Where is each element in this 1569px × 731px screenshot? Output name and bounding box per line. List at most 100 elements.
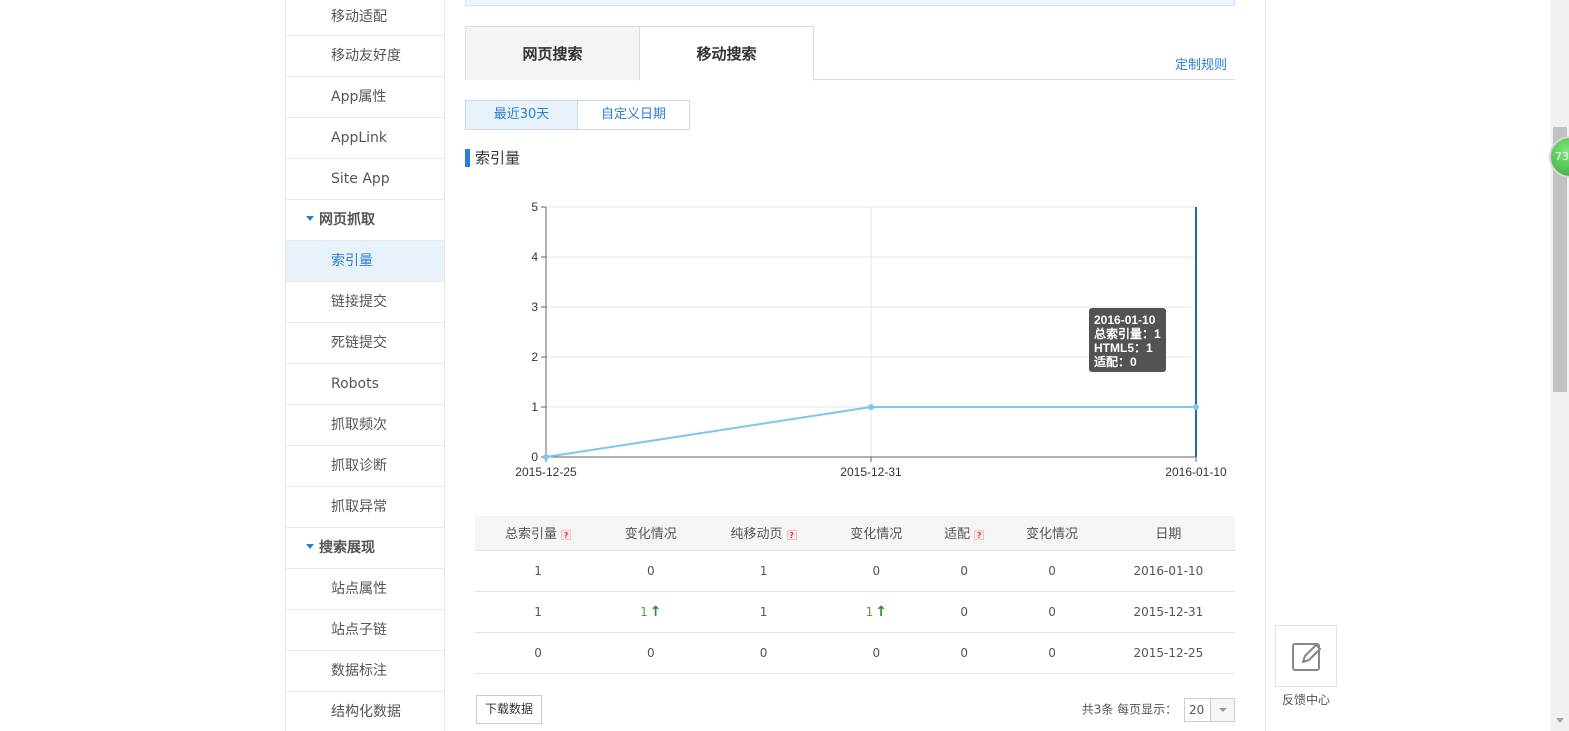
cell: 0 (826, 632, 926, 674)
sidebar-item-crawl-diag[interactable]: 抓取诊断 (286, 446, 444, 487)
tooltip-line: HTML5：1 (1094, 341, 1153, 355)
notice-bar (465, 0, 1235, 6)
cell: 1 ↑ (601, 591, 701, 633)
cell: 0 (925, 632, 1003, 674)
change-value: 1 (640, 604, 648, 619)
sidebar-item-deadlink[interactable]: 死链提交 (286, 323, 444, 364)
data-point (1193, 404, 1199, 410)
cell: 0 (826, 550, 926, 592)
sidebar: 移动适配 移动友好度 App属性 AppLink Site App 网页抓取 索… (285, 0, 445, 731)
cell: 0 (925, 550, 1003, 592)
sidebar-item-data-annot[interactable]: 数据标注 (286, 651, 444, 692)
col-mobile-page: 纯移动页? (700, 516, 827, 551)
total-count: 共3条 (1081, 702, 1114, 717)
table-row: 0 0 0 0 0 0 2015-12-25 (475, 632, 1235, 674)
col-adapt: 适配? (925, 516, 1003, 551)
sidebar-item-crawl-freq[interactable]: 抓取频次 (286, 405, 444, 446)
sidebar-item-mobile-adapt[interactable]: 移动适配 (286, 0, 444, 36)
sidebar-item-site-app[interactable]: Site App (286, 159, 444, 200)
cell: 0 (601, 632, 701, 674)
sidebar-item-structured[interactable]: 结构化数据 (286, 692, 444, 731)
tooltip-date: 2016-01-10 (1094, 313, 1156, 327)
y-tick-label: 3 (531, 300, 538, 314)
y-tick-label: 4 (531, 250, 538, 264)
data-point (868, 404, 874, 410)
tab-web-search[interactable]: 网页搜索 (465, 26, 640, 80)
date-filter: 最近30天 自定义日期 (465, 100, 690, 130)
download-data-button[interactable]: 下载数据 (476, 695, 543, 724)
y-tick-label: 2 (531, 350, 538, 364)
sidebar-group-crawl[interactable]: 网页抓取 (286, 200, 444, 241)
sidebar-item-robots[interactable]: Robots (286, 364, 444, 405)
per-page-value: 20 (1189, 703, 1205, 717)
data-point (543, 454, 549, 460)
per-page-label: 每页显示： (1117, 702, 1178, 717)
pager: 共3条 每页显示： 20 (1082, 698, 1235, 722)
cell: 0 (1002, 591, 1102, 633)
sidebar-group-label: 搜索展现 (319, 540, 375, 556)
cell: 0 (475, 632, 602, 674)
tooltip-line: 适配：0 (1094, 354, 1137, 369)
sidebar-item-link-submit[interactable]: 链接提交 (286, 282, 444, 323)
x-tick-label: 2015-12-31 (840, 465, 902, 479)
tooltip-line: 总索引量：1 (1094, 326, 1161, 341)
feedback-button[interactable] (1275, 625, 1337, 687)
cell: 0 (1002, 550, 1102, 592)
cell: 2016-01-10 (1101, 550, 1235, 592)
sidebar-item-crawl-error[interactable]: 抓取异常 (286, 487, 444, 528)
cell: 2015-12-31 (1101, 591, 1235, 633)
cell: 0 (925, 591, 1003, 633)
sidebar-item-app-attr[interactable]: App属性 (286, 77, 444, 118)
custom-rule-link[interactable]: 定制规则 (1175, 54, 1227, 73)
help-icon[interactable]: ? (561, 529, 572, 540)
col-change: 变化情况 (601, 516, 701, 551)
caret-down-icon (306, 543, 314, 549)
x-tick-label: 2016-01-10 (1165, 465, 1227, 479)
sidebar-item-sitelinks[interactable]: 站点子链 (286, 610, 444, 651)
y-tick-label: 5 (531, 200, 538, 214)
change-value: 1 (865, 604, 874, 619)
arrow-up-icon: ↑ (875, 603, 887, 620)
index-chart: 0 1 2 3 4 5 2015-12-25 2015-12-31 2016-01-10 201… (515, 200, 1227, 479)
cell: 0 (601, 550, 701, 592)
y-tick-label: 0 (531, 450, 538, 464)
sidebar-item-index[interactable]: 索引量 (286, 241, 444, 282)
edit-icon (1292, 643, 1321, 671)
cell: 1 (475, 550, 602, 592)
index-table: 总索引量? 变化情况 纯移动页? 变化情况 适配? 变化情况 日期 1 0 1 … (475, 516, 1235, 674)
arrow-up-icon: ↑ (649, 603, 662, 620)
sidebar-item-site-attr[interactable]: 站点属性 (286, 569, 444, 610)
help-icon[interactable]: ? (786, 529, 797, 540)
cell: 2015-12-25 (1101, 632, 1235, 674)
sidebar-item-mobile-friendly[interactable]: 移动友好度 (286, 36, 444, 77)
chevron-down-icon (1210, 699, 1234, 721)
col-change: 变化情况 (1002, 516, 1102, 551)
col-total-index: 总索引量? (475, 516, 602, 551)
x-tick-label: 2015-12-25 (515, 465, 577, 479)
cell: 1 (700, 550, 827, 592)
col-date: 日期 (1101, 516, 1235, 551)
col-change: 变化情况 (826, 516, 926, 551)
sidebar-group-label: 网页抓取 (319, 212, 375, 228)
help-icon[interactable]: ? (974, 529, 985, 540)
tab-mobile-search[interactable]: 移动搜索 (639, 26, 814, 81)
cell: 0 (700, 632, 827, 674)
chart-tooltip: 2016-01-10总索引量：1HTML5：1适配：0 (1089, 308, 1166, 372)
cell: 1 (700, 591, 827, 633)
feedback-label: 反馈中心 (1281, 693, 1330, 707)
search-tabs: 网页搜索 移动搜索 定制规则 (465, 26, 1235, 81)
y-tick-label: 1 (531, 400, 538, 414)
scroll-down-icon[interactable] (1556, 718, 1564, 723)
sidebar-group-display[interactable]: 搜索展现 (286, 528, 444, 569)
custom-date-button[interactable]: 自定义日期 (578, 100, 690, 130)
cell: 0 (1002, 632, 1102, 674)
cell: 1 ↑ (826, 591, 926, 633)
divider (1265, 0, 1266, 731)
table-row: 1 0 1 0 0 0 2016-01-10 (475, 550, 1235, 592)
section-title: 索引量 (465, 149, 520, 167)
per-page-select[interactable]: 20 (1184, 698, 1235, 722)
cell: 1 (475, 591, 602, 633)
table-row: 1 1 ↑ 1 1 ↑ 0 0 2015-12-31 (475, 591, 1235, 633)
sidebar-item-applink[interactable]: AppLink (286, 118, 444, 159)
recent-30-days-button[interactable]: 最近30天 (465, 100, 578, 130)
